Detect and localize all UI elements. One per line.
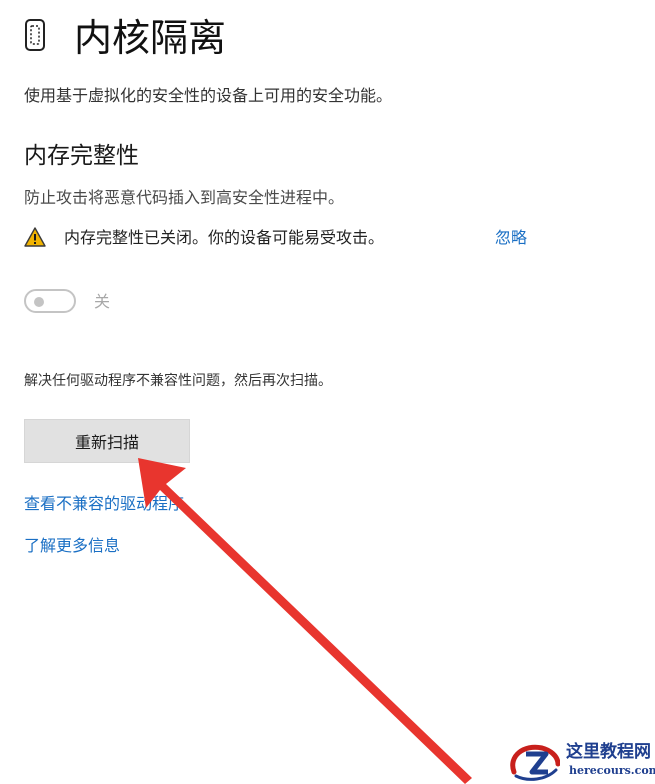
page-title: 内核隔离 [74, 16, 227, 60]
watermark-logo [510, 744, 560, 781]
memory-integrity-toggle[interactable] [24, 289, 76, 313]
learn-more-link[interactable]: 了解更多信息 [24, 534, 120, 558]
watermark-site-domain: herecours.com [569, 764, 655, 777]
page-subtitle: 使用基于虚拟化的安全性的设备上可用的安全功能。 [24, 86, 393, 105]
watermark-site-name: 这里教程网 [566, 742, 651, 762]
dismiss-link[interactable]: 忽略 [495, 226, 527, 250]
chip-icon [25, 19, 45, 51]
annotation-arrow [138, 458, 472, 784]
toggle-knob [34, 297, 44, 307]
warning-message: 内存完整性已关闭。你的设备可能易受攻击。 [64, 228, 385, 247]
section-title-memory-integrity: 内存完整性 [24, 143, 139, 169]
section-description: 防止攻击将恶意代码插入到高安全性进程中。 [24, 188, 345, 207]
toggle-state-label: 关 [94, 292, 111, 311]
view-incompatible-drivers-link[interactable]: 查看不兼容的驱动程序 [24, 492, 184, 516]
rescan-button[interactable]: 重新扫描 [24, 419, 190, 463]
resolve-instructions: 解决任何驱动程序不兼容性问题，然后再次扫描。 [24, 373, 332, 389]
warning-icon [24, 227, 46, 247]
